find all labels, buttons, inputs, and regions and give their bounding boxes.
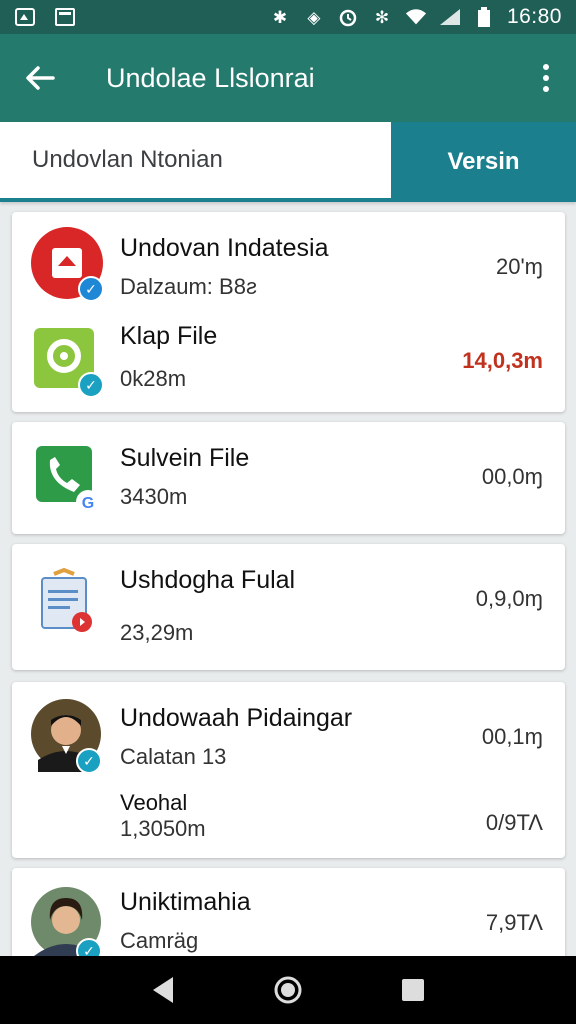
list-item[interactable]: ✓ Klap File 0k28m 14,0,3m [12,312,565,412]
home-circle-icon[interactable] [268,970,308,1010]
vibrate-icon: ◈ [307,7,321,27]
avatar-woman: ✓ [30,886,104,964]
list-item[interactable]: Ushdogha Fulal 23,29m 0,9,0ɱ [12,544,565,670]
list-item[interactable]: ✓ Undovan Indatesia Dalzaum: B8ƨ 20'ɱ [12,212,565,312]
item-name: Klap File [120,322,218,350]
item-subtitle: Camräg [120,928,199,953]
alarm-icon [337,7,359,27]
nfc-icon: ✻ [374,7,390,27]
list-item-card[interactable]: ✓ Undovan Indatesia Dalzaum: B8ƨ 20'ɱ ✓ … [12,212,565,412]
back-triangle-icon[interactable] [143,970,183,1010]
verified-badge-icon: ✓ [78,372,104,398]
item-subtitle: 3430m [120,484,188,509]
item-name: Undovan Indatesia [120,234,329,262]
app-bar: Undolae Llslonrai [0,34,576,122]
more-vert-icon[interactable] [516,34,576,122]
back-arrow-icon[interactable] [0,34,80,122]
item-size: 14,0,3m [462,348,543,373]
list-item[interactable]: G Sulvein File 3430m 00,0ɱ [12,422,565,534]
list-item[interactable]: ✓ Undowaah Pidaingar Calatan 13 00,1ɱ Ve… [12,682,565,858]
tab-bar: Undovlan Ntonian Versin [0,122,576,202]
battery-icon [473,7,495,27]
svg-text:G: G [82,495,94,512]
clipboard-icon [30,567,104,642]
verified-badge-icon: ✓ [78,276,104,302]
item-size: 0,9,0ɱ [475,586,543,611]
red-document-icon: ✓ [30,226,104,302]
tab-undovlan-ntonian[interactable]: Undovlan Ntonian [0,122,391,202]
item-name: Undowaah Pidaingar [120,704,353,732]
item-size: 7,9ΤΛ [485,910,543,935]
item-size: 00,0ɱ [481,464,543,489]
item-subtitle-secondary: 1,3050m [120,816,206,841]
list-item[interactable]: ✓ Uniktimahia Camräg 7,9ΤΛ [12,868,565,968]
item-label-secondary: Veohal [120,790,188,815]
item-subtitle: 23,29m [120,620,194,645]
wifi-icon [405,7,427,27]
item-subtitle: Calatan 13 [120,744,227,769]
status-time: 16:80 [506,5,562,28]
green-app-icon: ✓ [30,324,104,398]
page-title: Undolae Llslonrai [106,62,315,93]
avatar-man: ✓ [30,698,104,774]
item-size: 20'ɱ [496,254,543,279]
verified-badge-icon: ✓ [76,748,102,774]
item-size-secondary: 0/9ΤΛ [485,810,543,835]
recents-square-icon[interactable] [393,970,433,1010]
tab-versin[interactable]: Versin [391,122,576,202]
system-nav-bar [0,956,576,1024]
item-size: 00,1ɱ [481,724,543,749]
item-name: Uniktimahia [120,888,251,916]
item-subtitle: Dalzaum: B8ƨ [120,274,257,299]
status-bar: ✱ ◈ ✻ 16:80 [0,0,576,34]
notification-icon [14,7,36,27]
phone-icon: G [30,442,104,516]
screenshot-icon [54,7,76,27]
item-name: Ushdogha Fulal [120,566,296,594]
signal-icon [439,7,461,27]
item-subtitle: 0k28m [120,366,187,391]
bluetooth-icon: ✱ [272,7,288,27]
item-name: Sulvein File [120,444,250,472]
